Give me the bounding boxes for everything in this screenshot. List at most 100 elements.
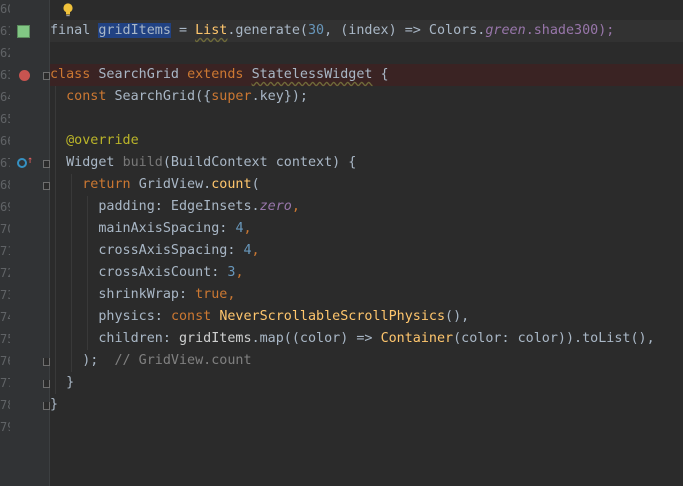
code-token: 30	[308, 23, 325, 38]
fold-icon[interactable]	[43, 358, 50, 366]
line-number: 67	[0, 156, 10, 170]
line-number: 71	[0, 244, 10, 258]
code-token: , (index) => Colors.	[324, 23, 486, 38]
code-token: return	[50, 177, 139, 192]
code-token: .map((color) =>	[251, 331, 381, 346]
code-token: }	[50, 397, 59, 412]
code-token: );	[50, 353, 115, 368]
code-token: mainAxisSpacing:	[50, 221, 236, 236]
code-line[interactable]: shrinkWrap: true,	[50, 284, 683, 306]
code-token: 4	[243, 243, 252, 258]
implements-arrow-icon[interactable]: ↑	[27, 156, 33, 166]
code-token: ,	[291, 199, 300, 214]
line-number: 75	[0, 332, 10, 346]
color-swatch-icon[interactable]	[17, 25, 30, 38]
code-token: gridItems	[98, 23, 171, 38]
code-token: {	[372, 67, 389, 82]
code-token: class	[50, 67, 99, 82]
line-number: 78	[0, 398, 10, 412]
line-number: 62	[0, 46, 10, 60]
line-number: 77	[0, 376, 10, 390]
code-line[interactable]: crossAxisSpacing: 4,	[50, 240, 683, 262]
breakpoint-icon[interactable]	[19, 70, 30, 81]
code-line[interactable]: const SearchGrid({super.key});	[50, 86, 683, 108]
line-number: 76	[0, 354, 10, 368]
code-token: StatelessWidget	[251, 67, 373, 82]
code-line[interactable]: ); // GridView.count	[50, 350, 683, 372]
code-token: (color: color)).toList(),	[453, 331, 655, 346]
code-line[interactable]: crossAxisCount: 3,	[50, 262, 683, 284]
line-number: 73	[0, 288, 10, 302]
code-token: SearchGrid	[98, 67, 188, 82]
code-line[interactable]: @override	[50, 130, 683, 152]
code-token: // GridView.count	[114, 353, 252, 368]
code-token: super	[211, 89, 252, 104]
code-token: Widget	[50, 155, 123, 170]
code-token: =	[170, 23, 196, 38]
line-number: 64	[0, 90, 10, 104]
code-token: Container	[380, 331, 454, 346]
line-number: 74	[0, 310, 10, 324]
code-token: physics:	[50, 309, 171, 324]
code-line[interactable]	[50, 0, 683, 20]
code-token: crossAxisCount:	[50, 265, 228, 280]
line-number: 72	[0, 266, 10, 280]
line-number: 70	[0, 222, 10, 236]
code-line[interactable]: Widget build(BuildContext context) {	[50, 152, 683, 174]
code-token: SearchGrid({	[114, 89, 212, 104]
code-token: .key});	[251, 89, 308, 104]
code-token: .shade300);	[525, 23, 615, 38]
code-token: crossAxisSpacing:	[50, 243, 244, 258]
code-line[interactable]: class SearchGrid extends StatelessWidget…	[50, 64, 683, 86]
code-token: true	[195, 287, 228, 302]
code-token: extends	[187, 67, 252, 82]
code-token: const	[170, 309, 220, 324]
fold-icon[interactable]	[43, 380, 50, 388]
code-line[interactable]: physics: const NeverScrollableScrollPhys…	[50, 306, 683, 328]
code-token: const	[50, 89, 115, 104]
code-token: List	[195, 23, 228, 38]
line-number: 63	[0, 68, 10, 82]
code-token: 4	[235, 221, 244, 236]
code-token: padding: EdgeInsets.	[50, 199, 260, 214]
code-line[interactable]: mainAxisSpacing: 4,	[50, 218, 683, 240]
code-token: (BuildContext context) {	[162, 155, 357, 170]
code-token: ,	[235, 265, 244, 280]
code-token: gridItems	[179, 331, 252, 346]
code-line[interactable]: final gridItems = List.generate(30, (ind…	[50, 20, 683, 42]
fold-icon[interactable]	[43, 72, 50, 80]
code-line[interactable]	[50, 42, 683, 64]
code-token: children:	[50, 331, 179, 346]
code-token: @override	[50, 133, 139, 148]
code-token: NeverScrollableScrollPhysics	[219, 309, 446, 324]
code-line[interactable]: }	[50, 372, 683, 394]
override-method-icon[interactable]	[17, 158, 27, 168]
line-number: 69	[0, 200, 10, 214]
code-line[interactable]	[50, 108, 683, 130]
fold-icon[interactable]	[43, 160, 50, 168]
code-line[interactable]: return GridView.count(	[50, 174, 683, 196]
code-token: }	[50, 375, 75, 390]
code-line[interactable]	[50, 416, 683, 438]
line-number: 61	[0, 24, 10, 38]
code-token: ,	[227, 287, 236, 302]
code-token: ,	[251, 243, 260, 258]
code-line[interactable]: children: gridItems.map((color) => Conta…	[50, 328, 683, 350]
indent-guide	[87, 196, 88, 350]
code-token: green	[485, 23, 526, 38]
code-token: GridView.	[138, 177, 212, 192]
line-number: 79	[0, 420, 10, 434]
code-line[interactable]: padding: EdgeInsets.zero,	[50, 196, 683, 218]
lightbulb-icon[interactable]	[62, 2, 74, 18]
indent-guide	[71, 174, 72, 372]
line-number: 65	[0, 112, 10, 126]
code-line[interactable]: }	[50, 394, 683, 416]
indent-guide	[55, 86, 56, 394]
fold-icon[interactable]	[43, 402, 50, 410]
code-token: zero	[259, 199, 292, 214]
fold-icon[interactable]	[43, 182, 50, 190]
code-token: build	[122, 155, 163, 170]
code-token: final	[50, 23, 99, 38]
code-token: (	[251, 177, 260, 192]
code-token: .generate(	[227, 23, 308, 38]
